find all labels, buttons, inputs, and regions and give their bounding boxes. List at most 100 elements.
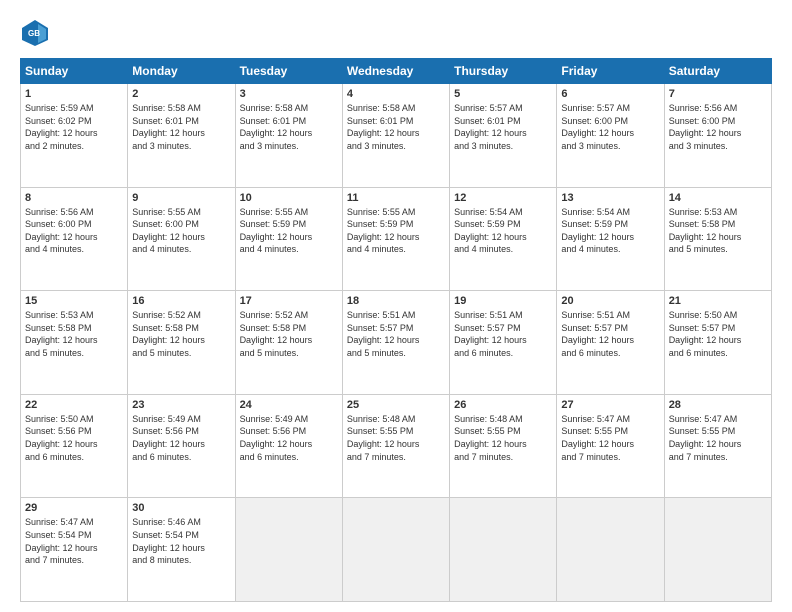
day-info: Sunrise: 5:59 AMSunset: 6:02 PMDaylight:…	[25, 102, 123, 152]
day-number: 21	[669, 295, 767, 307]
weekday-header-thursday: Thursday	[450, 59, 557, 84]
calendar-day-14: 14 Sunrise: 5:53 AMSunset: 5:58 PMDayligh…	[664, 187, 771, 291]
calendar-day-2: 2 Sunrise: 5:58 AMSunset: 6:01 PMDaylight…	[128, 84, 235, 188]
day-info: Sunrise: 5:54 AMSunset: 5:59 PMDaylight:…	[454, 206, 552, 256]
weekday-header-tuesday: Tuesday	[235, 59, 342, 84]
calendar-day-22: 22 Sunrise: 5:50 AMSunset: 5:56 PMDayligh…	[21, 394, 128, 498]
day-info: Sunrise: 5:58 AMSunset: 6:01 PMDaylight:…	[132, 102, 230, 152]
day-info: Sunrise: 5:52 AMSunset: 5:58 PMDaylight:…	[240, 309, 338, 359]
weekday-header-monday: Monday	[128, 59, 235, 84]
day-info: Sunrise: 5:51 AMSunset: 5:57 PMDaylight:…	[454, 309, 552, 359]
day-info: Sunrise: 5:53 AMSunset: 5:58 PMDaylight:…	[669, 206, 767, 256]
day-number: 15	[25, 295, 123, 307]
day-info: Sunrise: 5:50 AMSunset: 5:56 PMDaylight:…	[25, 413, 123, 463]
day-number: 16	[132, 295, 230, 307]
calendar-day-5: 5Sunrise: 5:57 AMSunset: 6:01 PMDaylight…	[450, 84, 557, 188]
day-number: 13	[561, 192, 659, 204]
svg-text:GB: GB	[28, 29, 40, 38]
day-number: 25	[347, 399, 445, 411]
logo-icon: GB	[20, 18, 50, 48]
calendar-day-7: 7 Sunrise: 5:56 AMSunset: 6:00 PMDaylight…	[664, 84, 771, 188]
calendar-day-10: 10 Sunrise: 5:55 AMSunset: 5:59 PMDayligh…	[235, 187, 342, 291]
day-info: Sunrise: 5:57 AMSunset: 6:00 PMDaylight:…	[561, 102, 659, 152]
calendar-day-20: 20 Sunrise: 5:51 AMSunset: 5:57 PMDayligh…	[557, 291, 664, 395]
calendar-day-11: 11 Sunrise: 5:55 AMSunset: 5:59 PMDayligh…	[342, 187, 449, 291]
day-number: 27	[561, 399, 659, 411]
weekday-header-friday: Friday	[557, 59, 664, 84]
day-info: Sunrise: 5:56 AMSunset: 6:00 PMDaylight:…	[669, 102, 767, 152]
calendar-day-15: 15 Sunrise: 5:53 AMSunset: 5:58 PMDayligh…	[21, 291, 128, 395]
day-number: 7	[669, 88, 767, 100]
day-number: 22	[25, 399, 123, 411]
weekday-header-row: SundayMondayTuesdayWednesdayThursdayFrid…	[21, 59, 772, 84]
calendar-day-21: 21 Sunrise: 5:50 AMSunset: 5:57 PMDayligh…	[664, 291, 771, 395]
day-info: Sunrise: 5:49 AMSunset: 5:56 PMDaylight:…	[132, 413, 230, 463]
day-info: Sunrise: 5:46 AMSunset: 5:54 PMDaylight:…	[132, 516, 230, 566]
day-info: Sunrise: 5:55 AMSunset: 5:59 PMDaylight:…	[347, 206, 445, 256]
day-number: 18	[347, 295, 445, 307]
day-info: Sunrise: 5:55 AMSunset: 5:59 PMDaylight:…	[240, 206, 338, 256]
calendar-day-empty	[664, 498, 771, 602]
day-info: Sunrise: 5:55 AMSunset: 6:00 PMDaylight:…	[132, 206, 230, 256]
day-info: Sunrise: 5:58 AMSunset: 6:01 PMDaylight:…	[240, 102, 338, 152]
calendar-day-13: 13 Sunrise: 5:54 AMSunset: 5:59 PMDayligh…	[557, 187, 664, 291]
weekday-header-saturday: Saturday	[664, 59, 771, 84]
day-number: 3	[240, 88, 338, 100]
day-info: Sunrise: 5:48 AMSunset: 5:55 PMDaylight:…	[454, 413, 552, 463]
day-info: Sunrise: 5:47 AMSunset: 5:54 PMDaylight:…	[25, 516, 123, 566]
page: GB SundayMondayTuesdayWednesdayThursdayF…	[0, 0, 792, 612]
calendar-day-4: 4 Sunrise: 5:58 AMSunset: 6:01 PMDaylight…	[342, 84, 449, 188]
day-info: Sunrise: 5:47 AMSunset: 5:55 PMDaylight:…	[561, 413, 659, 463]
calendar-week-5: 29 Sunrise: 5:47 AMSunset: 5:54 PMDayligh…	[21, 498, 772, 602]
day-number: 28	[669, 399, 767, 411]
calendar-day-26: 26 Sunrise: 5:48 AMSunset: 5:55 PMDayligh…	[450, 394, 557, 498]
calendar-day-6: 6 Sunrise: 5:57 AMSunset: 6:00 PMDaylight…	[557, 84, 664, 188]
calendar-day-8: 8Sunrise: 5:56 AMSunset: 6:00 PMDaylight…	[21, 187, 128, 291]
calendar-day-9: 9 Sunrise: 5:55 AMSunset: 6:00 PMDaylight…	[128, 187, 235, 291]
calendar-day-28: 28Sunrise: 5:47 AMSunset: 5:55 PMDayligh…	[664, 394, 771, 498]
calendar-day-29: 29 Sunrise: 5:47 AMSunset: 5:54 PMDayligh…	[21, 498, 128, 602]
calendar-day-empty	[235, 498, 342, 602]
day-info: Sunrise: 5:50 AMSunset: 5:57 PMDaylight:…	[669, 309, 767, 359]
day-number: 29	[25, 502, 123, 514]
calendar-day-27: 27 Sunrise: 5:47 AMSunset: 5:55 PMDayligh…	[557, 394, 664, 498]
weekday-header-wednesday: Wednesday	[342, 59, 449, 84]
calendar-table: SundayMondayTuesdayWednesdayThursdayFrid…	[20, 58, 772, 602]
calendar-day-12: 12 Sunrise: 5:54 AMSunset: 5:59 PMDayligh…	[450, 187, 557, 291]
calendar-day-empty	[450, 498, 557, 602]
day-number: 5	[454, 88, 552, 100]
calendar-day-18: 18Sunrise: 5:51 AMSunset: 5:57 PMDayligh…	[342, 291, 449, 395]
day-number: 1	[25, 88, 123, 100]
day-info: Sunrise: 5:52 AMSunset: 5:58 PMDaylight:…	[132, 309, 230, 359]
day-number: 4	[347, 88, 445, 100]
day-number: 11	[347, 192, 445, 204]
day-number: 19	[454, 295, 552, 307]
calendar-day-empty	[557, 498, 664, 602]
calendar-week-2: 8Sunrise: 5:56 AMSunset: 6:00 PMDaylight…	[21, 187, 772, 291]
day-number: 20	[561, 295, 659, 307]
day-info: Sunrise: 5:53 AMSunset: 5:58 PMDaylight:…	[25, 309, 123, 359]
day-number: 17	[240, 295, 338, 307]
day-number: 2	[132, 88, 230, 100]
day-number: 26	[454, 399, 552, 411]
day-number: 10	[240, 192, 338, 204]
calendar-day-30: 30Sunrise: 5:46 AMSunset: 5:54 PMDayligh…	[128, 498, 235, 602]
calendar-day-3: 3 Sunrise: 5:58 AMSunset: 6:01 PMDaylight…	[235, 84, 342, 188]
calendar-day-empty	[342, 498, 449, 602]
day-number: 12	[454, 192, 552, 204]
day-info: Sunrise: 5:54 AMSunset: 5:59 PMDaylight:…	[561, 206, 659, 256]
header: GB	[20, 18, 772, 48]
day-number: 9	[132, 192, 230, 204]
day-info: Sunrise: 5:58 AMSunset: 6:01 PMDaylight:…	[347, 102, 445, 152]
day-info: Sunrise: 5:51 AMSunset: 5:57 PMDaylight:…	[561, 309, 659, 359]
weekday-header-sunday: Sunday	[21, 59, 128, 84]
day-number: 14	[669, 192, 767, 204]
calendar-week-1: 1 Sunrise: 5:59 AMSunset: 6:02 PMDaylight…	[21, 84, 772, 188]
calendar-day-24: 24Sunrise: 5:49 AMSunset: 5:56 PMDayligh…	[235, 394, 342, 498]
day-number: 23	[132, 399, 230, 411]
logo: GB	[20, 18, 54, 48]
calendar-day-17: 17 Sunrise: 5:52 AMSunset: 5:58 PMDayligh…	[235, 291, 342, 395]
day-info: Sunrise: 5:49 AMSunset: 5:56 PMDaylight:…	[240, 413, 338, 463]
calendar-day-16: 16 Sunrise: 5:52 AMSunset: 5:58 PMDayligh…	[128, 291, 235, 395]
day-number: 6	[561, 88, 659, 100]
